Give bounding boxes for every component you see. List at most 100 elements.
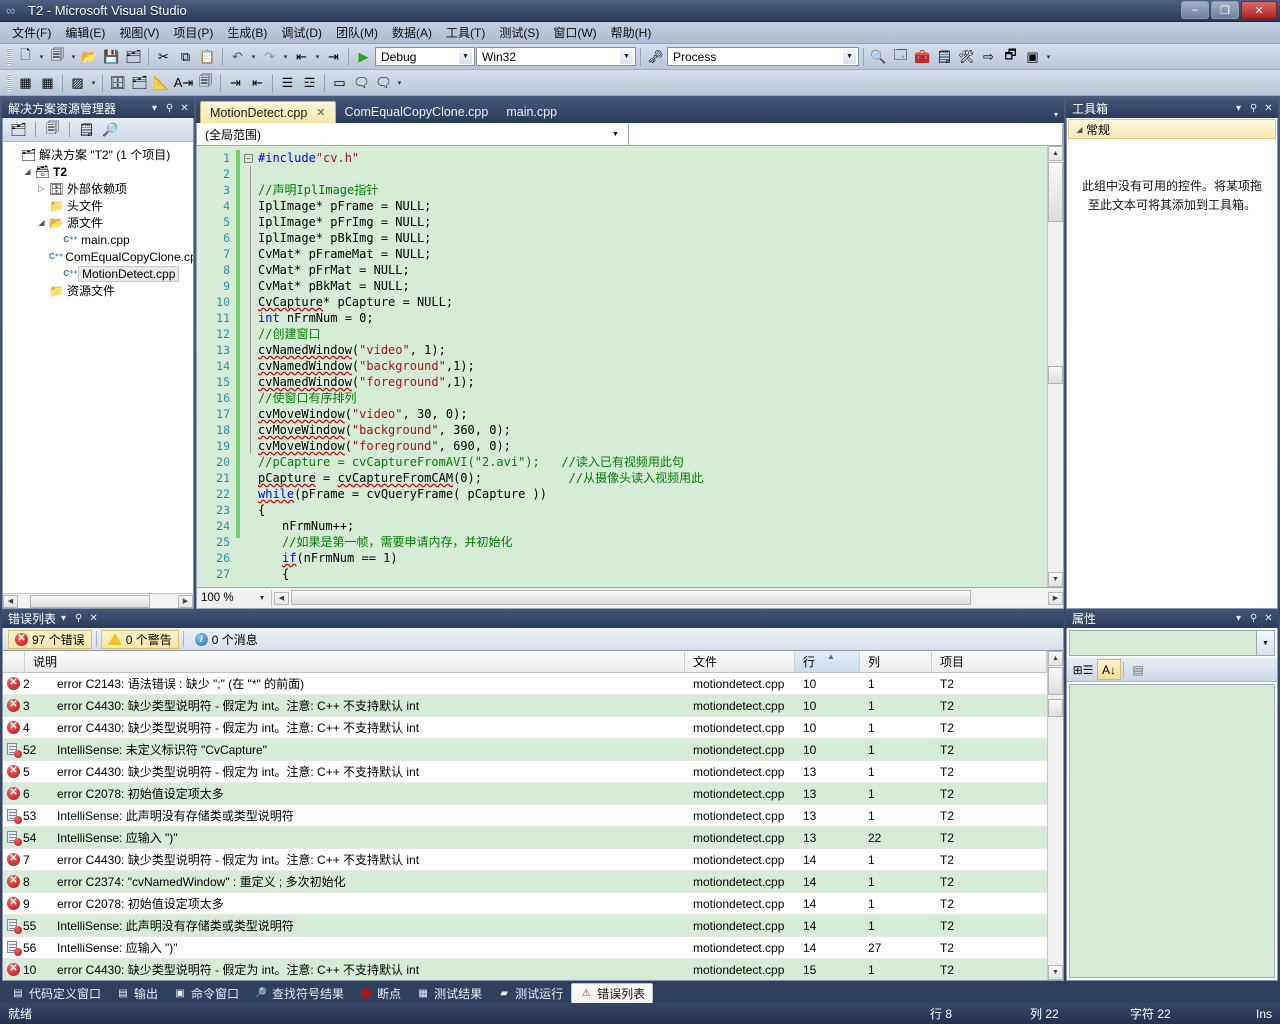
menu-item-10[interactable]: 测试(S) (492, 22, 546, 43)
properties-window-icon[interactable]: 🗂 (8, 119, 29, 140)
toolbar-overflow-icon[interactable]: ▾ (1044, 53, 1053, 61)
tree-item-6[interactable]: C⁺⁺ main.cpp (3, 231, 193, 248)
code-line[interactable]: //pCapture = cvCaptureFromAVI("2.avi"); … (255, 454, 1047, 470)
close-icon[interactable]: ✕ (1261, 611, 1276, 626)
bottom-tab-7[interactable]: ▰ 测试运行 (490, 983, 570, 1003)
previous-bookmark-icon[interactable]: 🗨 (351, 72, 372, 93)
menu-item-12[interactable]: 帮助(H) (604, 22, 659, 43)
bottom-tab-4[interactable]: 🔎 查找符号结果 (247, 983, 351, 1003)
process-combo[interactable]: Process ▼ (667, 47, 859, 66)
paste-icon[interactable]: 📋 (197, 46, 218, 67)
property-pages-icon[interactable]: ▤ (1126, 659, 1150, 680)
menu-item-7[interactable]: 团队(M) (329, 22, 385, 43)
code-line[interactable]: cvMoveWindow("video", 30, 0); (255, 406, 1047, 422)
error-row[interactable]: ✕ 8 error C2374: "cvNamedWindow" : 重定义 ; 多… (3, 871, 1047, 893)
indent-icon[interactable]: ⇥ (225, 72, 246, 93)
disable-breakpoints-icon[interactable]: ▨ (67, 72, 88, 93)
toggle-word-wrap-icon[interactable]: A⇥ (173, 72, 194, 93)
outlining-margin[interactable]: − (242, 146, 255, 587)
undo-dropdown-icon[interactable]: ▾ (249, 53, 258, 61)
code-line[interactable]: cvMoveWindow("background", 360, 0); (255, 422, 1047, 438)
copy-icon[interactable]: ⧉ (175, 46, 196, 67)
error-row[interactable]: ✕ 4 error C4430: 缺少类型说明符 - 假定为 int。注意: C++… (3, 717, 1047, 739)
error-row[interactable]: ✕ 2 error C2143: 语法错误 : 缺少 ";" (在 "*" 的前面)… (3, 673, 1047, 695)
error-row[interactable]: ✕ 3 error C4430: 缺少类型说明符 - 假定为 int。注意: C++… (3, 695, 1047, 717)
code-line[interactable]: cvNamedWindow("background",1); (255, 358, 1047, 374)
tree-item-5[interactable]: ◢ 📂 源文件 (3, 214, 193, 231)
code-line[interactable]: if(nFrmNum == 1) (255, 550, 1047, 566)
object-browser2-icon[interactable]: 🗒 (934, 46, 955, 67)
code-line[interactable]: //声明IplImage指针 (255, 182, 1047, 198)
chevron-down-icon[interactable]: ▾ (1231, 611, 1246, 626)
editor-hscroll-thumb[interactable] (291, 590, 971, 605)
toolbox-group-general[interactable]: ◢ 常规 (1068, 119, 1276, 139)
menu-item-3[interactable]: 视图(V) (112, 22, 166, 43)
next-bookmark-icon[interactable]: 🗨 (373, 72, 394, 93)
editor-tab-3[interactable]: main.cpp (497, 101, 566, 123)
chevron-down-icon[interactable]: ▾ (1231, 101, 1246, 116)
attach-process-icon[interactable]: 🗝 (645, 46, 666, 67)
object-browser-icon[interactable]: 📐 (151, 72, 172, 93)
configuration-combo[interactable]: Debug ▼ (375, 47, 475, 66)
member-combo[interactable] (629, 123, 1063, 145)
code-line[interactable]: { (255, 566, 1047, 582)
code-line[interactable]: while(pFrame = cvQueryFrame( pCapture )) (255, 486, 1047, 502)
zoom-combo[interactable]: 100 % (197, 589, 255, 608)
error-row[interactable]: ✕ 7 error C4430: 缺少类型说明符 - 假定为 int。注意: C++… (3, 849, 1047, 871)
code-line[interactable]: IplImage* pFrame = NULL; (255, 198, 1047, 214)
code-line[interactable]: CvMat* pFrMat = NULL; (255, 262, 1047, 278)
collapse-box-icon[interactable]: − (244, 153, 253, 163)
minimize-button[interactable]: – (1181, 1, 1209, 19)
add-item-dropdown-icon[interactable]: ▾ (69, 53, 78, 61)
tree-item-2[interactable]: ◢ 🗃 T2 (3, 163, 193, 180)
messages-filter-button[interactable]: i 0 个消息 (188, 630, 265, 649)
properties-object-combo[interactable]: ▼ (1069, 630, 1275, 656)
expand-twisty-icon[interactable]: ◢ (21, 167, 34, 176)
tools-options-icon[interactable]: 🛠 (956, 46, 977, 67)
vscroll-splitter[interactable] (1048, 366, 1063, 384)
column-header-desc[interactable]: 说明 (25, 651, 685, 672)
column-header-icon[interactable] (3, 651, 25, 672)
code-text[interactable]: #include"cv.h" //声明IplImage指针 IplImage* p… (255, 146, 1047, 587)
open-file-icon[interactable]: 📂 (79, 46, 100, 67)
bottom-tab-8[interactable]: ⚠ 错误列表 (571, 983, 654, 1003)
scroll-right-icon[interactable]: ▶ (1048, 591, 1063, 605)
error-row[interactable]: 53 IntelliSense: 此声明没有存储类或类型说明符 motiondete… (3, 805, 1047, 827)
navigate-backward-icon[interactable]: ⇤ (291, 46, 312, 67)
chevron-down-icon[interactable]: ▼ (620, 49, 633, 64)
menu-item-6[interactable]: 调试(D) (274, 22, 329, 43)
save-icon[interactable]: 💾 (101, 46, 122, 67)
toolbar-overflow-icon[interactable]: ▾ (89, 79, 98, 87)
editor-tab-1[interactable]: MotionDetect.cpp ✕ (200, 101, 336, 123)
scope-combo[interactable]: (全局范围) ▼ (197, 123, 629, 145)
code-line[interactable]: //创建窗口 (255, 326, 1047, 342)
scroll-right-icon[interactable]: ▶ (178, 594, 193, 608)
code-line[interactable]: CvMat* pFrameMat = NULL; (255, 246, 1047, 262)
expand-twisty-icon[interactable]: ◢ (1073, 125, 1086, 134)
tree-item-3[interactable]: ▷ 🗄 外部依赖项 (3, 180, 193, 197)
new-breakpoint-icon[interactable]: ▦ (15, 72, 36, 93)
code-line[interactable]: CvMat* pBkMat = NULL; (255, 278, 1047, 294)
toolbar-grip[interactable] (7, 48, 11, 65)
windows-forms-icon[interactable]: 🗗 (1000, 46, 1021, 67)
tree-item-9[interactable]: 📁 资源文件 (3, 282, 193, 299)
scroll-up-icon[interactable]: ▲ (1048, 651, 1063, 666)
editor-hscroll-track[interactable] (289, 590, 1048, 606)
code-line[interactable]: //如果是第一帧，需要申请内存，并初始化 (255, 534, 1047, 550)
close-icon[interactable]: ✕ (316, 106, 325, 119)
tree-item-7[interactable]: C⁺⁺ ComEqualCopyClone.cpp (3, 248, 193, 265)
navigate-backward-dropdown-icon[interactable]: ▾ (313, 53, 322, 61)
code-line[interactable]: IplImage* pFrImg = NULL; (255, 214, 1047, 230)
vscroll-thumb[interactable] (1048, 162, 1063, 222)
solution-explorer-hscrollbar[interactable]: ◀ ▶ (3, 593, 193, 608)
undo-icon[interactable]: ↶ (227, 46, 248, 67)
column-header-file[interactable]: 文件 (685, 651, 795, 672)
close-icon[interactable]: ✕ (86, 611, 101, 626)
refresh-icon[interactable]: 🔎 (100, 119, 121, 140)
chevron-down-icon[interactable]: ▾ (147, 101, 162, 116)
platform-combo[interactable]: Win32 ▼ (476, 47, 636, 66)
bottom-tab-3[interactable]: ▣ 命令窗口 (166, 983, 246, 1003)
menu-item-2[interactable]: 编辑(E) (58, 22, 112, 43)
uncomment-icon[interactable]: ☲ (299, 72, 320, 93)
code-line[interactable]: nFrmNum++; (255, 518, 1047, 534)
